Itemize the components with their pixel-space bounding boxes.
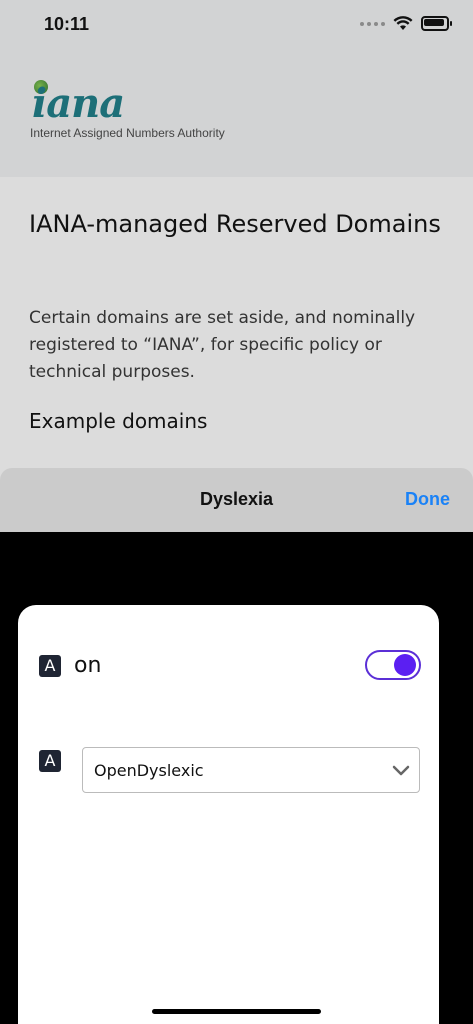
chevron-down-icon xyxy=(392,765,410,776)
status-bar: 10:11 xyxy=(0,0,473,52)
page-description: Certain domains are set aside, and nomin… xyxy=(29,308,416,382)
font-icon: A xyxy=(39,655,61,677)
web-page: 10:11 iana Internet Assigned Numbers Aut… xyxy=(0,0,473,532)
font-select[interactable]: OpenDyslexic xyxy=(82,747,420,793)
toggle-label: on xyxy=(74,653,102,678)
logo-text: iana xyxy=(32,80,125,127)
status-time: 10:11 xyxy=(44,14,90,34)
site-header: iana Internet Assigned Numbers Authority xyxy=(0,52,473,177)
screen: 10:11 iana Internet Assigned Numbers Aut… xyxy=(0,0,473,1024)
dyslexia-toggle[interactable] xyxy=(365,650,421,680)
done-button[interactable]: Done xyxy=(405,489,450,510)
cellular-signal-icon xyxy=(360,21,385,26)
font-family-icon: A xyxy=(39,750,61,772)
logo-subtitle: Internet Assigned Numbers Authority xyxy=(30,126,225,140)
toggle-knob xyxy=(394,654,416,676)
sheet-title: Dyslexia xyxy=(199,489,274,509)
page-title: IANA-managed Reserved Domains xyxy=(29,210,441,238)
dyslexia-settings-panel: A on A OpenDyslexic xyxy=(18,605,439,1024)
wifi-icon xyxy=(393,16,413,30)
section-heading: Example domains xyxy=(29,409,208,433)
font-select-value: OpenDyslexic xyxy=(94,761,204,780)
status-icons xyxy=(360,16,452,31)
battery-icon xyxy=(421,16,452,31)
sheet-nav-bar: Dyslexia Done xyxy=(0,468,473,532)
home-indicator[interactable] xyxy=(152,1009,321,1014)
